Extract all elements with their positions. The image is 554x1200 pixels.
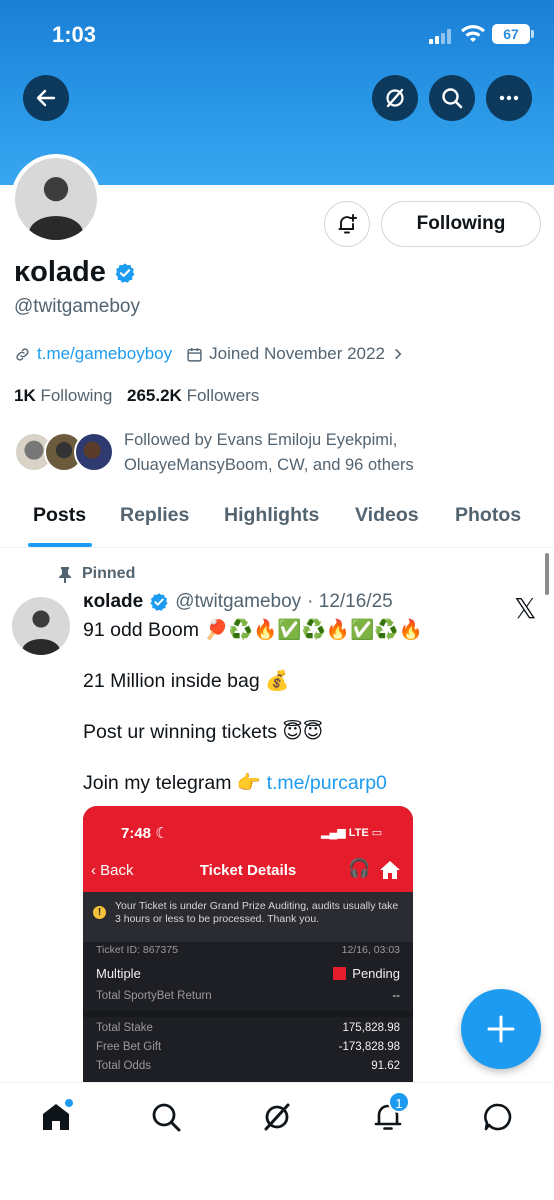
battery-icon: 67 <box>492 24 534 44</box>
search-icon <box>152 1103 181 1132</box>
profile-link[interactable]: t.me/gameboyboy <box>37 344 172 364</box>
tab-photos[interactable]: Photos <box>455 504 521 527</box>
ticket-detail-row: Free Bet Gift -173,828.98 <box>96 1041 400 1053</box>
notify-button[interactable] <box>324 201 370 247</box>
back-button[interactable] <box>23 75 69 121</box>
ticket-notice: ! Your Ticket is under Grand Prize Audit… <box>83 892 413 942</box>
nav-notifications[interactable]: 1 <box>372 1091 410 1133</box>
tab-replies[interactable]: Replies <box>120 504 189 527</box>
post-media-image[interactable]: 7:48 ☾ ▂▄▆ LTE ▭ ‹ Back Ticket Details 🎧… <box>83 806 413 1082</box>
active-tab-indicator <box>28 543 92 547</box>
profile-tabs: Posts Replies Highlights Videos Photos <box>0 490 554 548</box>
followers-stat[interactable]: 265.2K Followers <box>127 386 259 405</box>
home-icon <box>380 861 400 879</box>
arrow-left-icon <box>36 89 56 107</box>
bottom-nav: 1 <box>0 1082 554 1200</box>
nav-messages[interactable] <box>482 1101 514 1133</box>
ticket-id-row: Ticket ID: 867375 12/16, 03:03 <box>96 944 400 956</box>
nav-search[interactable] <box>150 1101 182 1133</box>
tab-videos[interactable]: Videos <box>355 504 419 527</box>
pinned-indicator: Pinned <box>58 565 135 583</box>
ticket-return-row: Total SportyBet Return -- <box>96 990 400 1002</box>
nav-grok[interactable] <box>261 1101 293 1133</box>
compose-button[interactable] <box>461 989 541 1069</box>
post-author-name[interactable]: ĸolade <box>83 591 143 613</box>
verified-badge-icon <box>150 593 168 611</box>
post-text-line: Post ur winning tickets 😇😇 <box>83 721 324 743</box>
pinned-label: Pinned <box>82 565 136 582</box>
more-button[interactable] <box>486 75 532 121</box>
tab-highlights[interactable]: Highlights <box>224 504 319 527</box>
telegram-prefix: Join my telegram 👉 <box>83 772 267 794</box>
nav-home[interactable] <box>40 1099 73 1133</box>
home-unread-dot <box>65 1099 73 1107</box>
telegram-link[interactable]: t.me/purcarp0 <box>267 772 387 794</box>
followers-label: Followers <box>186 386 260 405</box>
following-stat[interactable]: 1K Following <box>14 386 112 405</box>
chevron-right-icon <box>395 348 402 360</box>
post-date[interactable]: · 12/16/25 <box>307 591 393 613</box>
info-icon: ! <box>93 906 106 919</box>
profile-name: ĸolade <box>14 256 136 289</box>
plus-icon <box>487 1015 515 1043</box>
tab-posts[interactable]: Posts <box>33 504 86 527</box>
verified-badge-icon[interactable] <box>114 262 136 284</box>
ticket-status-time: 7:48 ☾ <box>121 825 169 842</box>
post-text-line: Join my telegram 👉 t.me/purcarp0 <box>83 771 387 795</box>
following-button[interactable]: Following <box>381 201 541 247</box>
display-name: ĸolade <box>14 256 106 288</box>
following-label: Following <box>40 386 113 405</box>
calendar-icon <box>187 347 202 362</box>
post-author-handle[interactable]: @twitgameboy <box>175 591 301 613</box>
notification-badge: 1 <box>388 1091 410 1113</box>
ticket-detail-row: Total Stake 175,828.98 <box>96 1022 400 1034</box>
followed-by-text[interactable]: Followed by Evans Emiloju Eyekpimi, Olua… <box>124 428 454 478</box>
following-count: 1K <box>14 386 36 405</box>
headset-icon: 🎧 <box>348 858 371 878</box>
grok-icon <box>264 1103 290 1131</box>
post-text-line: 21 Million inside bag 💰 <box>83 670 290 692</box>
x-logo-icon: 𝕏 <box>514 592 537 625</box>
more-horizontal-icon <box>499 95 519 101</box>
profile-meta: t.me/gameboyboy Joined November 2022 <box>14 344 405 364</box>
follower-avatar[interactable] <box>74 432 114 472</box>
followers-count: 265.2K <box>127 386 182 405</box>
pin-icon <box>59 566 71 583</box>
grok-icon <box>386 88 404 108</box>
post-author-avatar[interactable] <box>12 597 70 655</box>
avatar-image <box>15 158 97 240</box>
ticket-network: ▂▄▆ LTE ▭ <box>321 827 383 839</box>
status-bar: 1:03 67 <box>0 0 554 70</box>
search-button[interactable] <box>429 75 475 121</box>
joined-date[interactable]: Joined November 2022 <box>209 344 385 364</box>
post-text-line: 91 odd Boom 🏓♻️🔥✅♻️🔥✅♻️🔥 <box>83 619 423 641</box>
scrollbar[interactable] <box>545 553 549 595</box>
ticket-detail-row: Total Odds 91.62 <box>96 1060 400 1072</box>
post-header: ĸolade @twitgameboy · 12/16/25 <box>83 591 393 613</box>
profile-avatar[interactable] <box>11 154 101 244</box>
ticket-header: 7:48 ☾ ▂▄▆ LTE ▭ ‹ Back Ticket Details 🎧… <box>83 806 413 942</box>
ticket-type-row: Multiple Pending <box>96 966 400 981</box>
cellular-signal-icon <box>429 28 455 44</box>
grok-button[interactable] <box>372 75 418 121</box>
status-time: 1:03 <box>52 22 97 47</box>
search-icon <box>442 88 463 109</box>
message-icon <box>484 1103 512 1131</box>
wifi-icon <box>461 25 485 42</box>
profile-handle: @twitgameboy <box>14 296 140 317</box>
profile-stats: 1K Following 265.2K Followers <box>14 386 259 406</box>
bell-plus-icon <box>338 214 357 234</box>
link-icon <box>16 347 29 361</box>
